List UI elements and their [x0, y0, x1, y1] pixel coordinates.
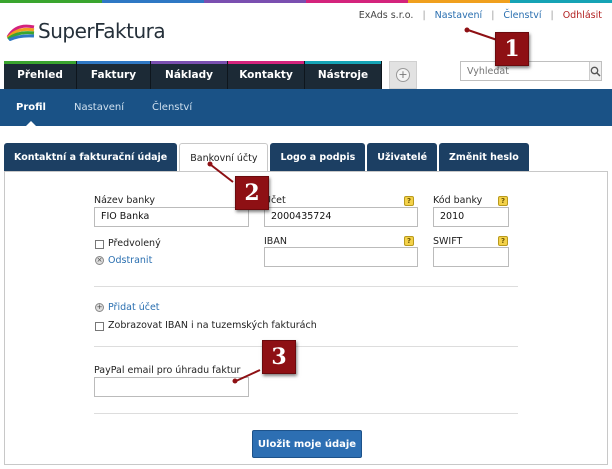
remove-account-link[interactable]: Odstranit: [108, 255, 152, 266]
help-icon[interactable]: ?: [498, 236, 508, 246]
help-icon[interactable]: ?: [404, 196, 414, 206]
nav-tab-tools[interactable]: Nástroje: [305, 61, 382, 89]
nav-tab-overview[interactable]: Přehled: [4, 61, 77, 89]
bank-name-field[interactable]: FIO Banka: [94, 207, 249, 227]
brand-color-stripe: [0, 0, 612, 3]
tab-change-password[interactable]: Změnit heslo: [439, 143, 529, 172]
rainbow-logo-icon: [6, 24, 35, 41]
iban-label: IBAN: [264, 236, 287, 247]
divider: [94, 413, 518, 414]
company-name: ExAds s.r.o.: [358, 10, 414, 21]
add-tab-button[interactable]: +: [389, 61, 417, 89]
nav-tab-contacts[interactable]: Kontakty: [228, 61, 305, 89]
trash-icon: ×: [95, 256, 104, 265]
bank-code-label: Kód banky: [433, 195, 483, 206]
main-nav: Přehled Faktury Náklady Kontakty Nástroj…: [4, 61, 382, 89]
show-iban-label: Zobrazovat IBAN i na tuzemských fakturác…: [108, 320, 317, 331]
help-icon[interactable]: ?: [498, 196, 508, 206]
bank-name-label: Název banky: [94, 195, 156, 206]
iban-field[interactable]: [264, 247, 418, 267]
divider: [94, 346, 518, 347]
add-account-link[interactable]: Přidat účet: [108, 302, 160, 313]
tab-contact-billing[interactable]: Kontaktní a fakturační údaje: [4, 143, 178, 172]
bank-code-field[interactable]: 2010: [433, 207, 509, 227]
callout-marker-2: 2: [235, 176, 269, 210]
swift-label: SWIFT: [433, 236, 463, 247]
separator: |: [550, 10, 554, 21]
divider: [94, 286, 518, 287]
tab-users[interactable]: Uživatelé: [367, 143, 438, 172]
separator: |: [422, 10, 426, 21]
tab-bank-accounts[interactable]: Bankovní účty: [179, 143, 269, 172]
subnav-settings[interactable]: Nastavení: [74, 102, 124, 113]
app-logo[interactable]: SuperFaktura: [6, 16, 166, 46]
logout-link[interactable]: Odhlásit: [563, 10, 602, 21]
nav-tab-invoices[interactable]: Faktury: [77, 61, 151, 89]
callout-marker-3: 3: [262, 340, 296, 374]
add-icon: +: [95, 303, 104, 312]
show-iban-checkbox[interactable]: [95, 322, 104, 331]
settings-link[interactable]: Nastavení: [435, 10, 483, 21]
plus-icon: +: [396, 68, 410, 82]
search-button[interactable]: [589, 62, 601, 80]
help-icon[interactable]: ?: [404, 236, 414, 246]
membership-link[interactable]: Členství: [503, 10, 541, 21]
sub-nav: Profil Nastavení Členství: [0, 89, 612, 127]
account-field[interactable]: 2000435724: [264, 207, 418, 227]
profile-tabs: Kontaktní a fakturační údaje Bankovní úč…: [4, 143, 529, 172]
default-label: Předvolený: [108, 238, 161, 249]
default-checkbox[interactable]: [95, 240, 104, 249]
top-links: ExAds s.r.o. | Nastavení | Členství | Od…: [359, 10, 602, 21]
nav-tab-expenses[interactable]: Náklady: [151, 61, 228, 89]
separator: |: [491, 10, 495, 21]
subnav-membership[interactable]: Členství: [152, 102, 192, 113]
tab-logo-signature[interactable]: Logo a podpis: [270, 143, 366, 172]
swift-field[interactable]: [433, 247, 509, 267]
save-button[interactable]: Uložit moje údaje: [252, 430, 362, 458]
paypal-label: PayPal email pro úhradu faktur: [94, 365, 241, 376]
search-icon: [590, 66, 601, 77]
paypal-email-field[interactable]: [94, 377, 249, 397]
search-box: [460, 61, 602, 81]
callout-marker-1: 1: [495, 32, 529, 66]
subnav-profile[interactable]: Profil: [16, 102, 46, 127]
logo-text: SuperFaktura: [38, 19, 166, 43]
